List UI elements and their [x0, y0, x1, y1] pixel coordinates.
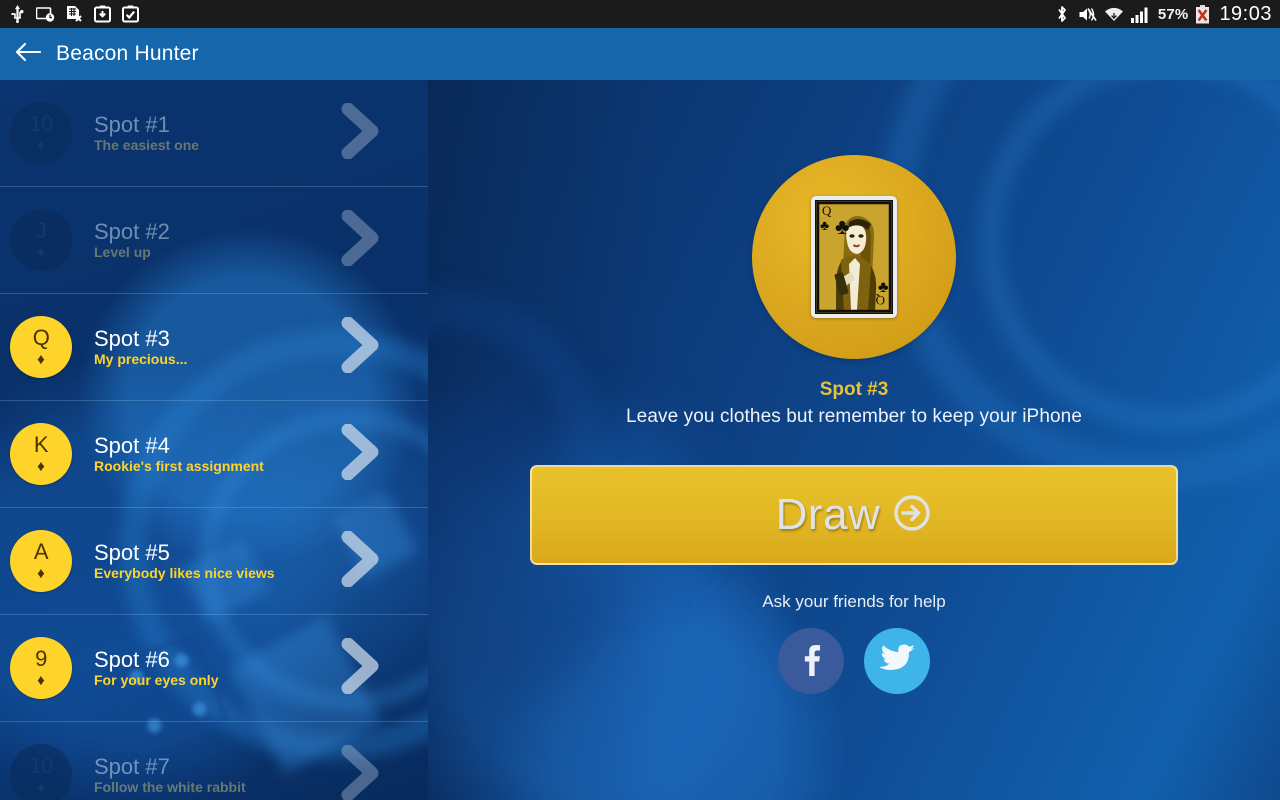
spot-rank-badge: 10 ♦	[10, 102, 72, 164]
battery-error-icon	[1195, 4, 1210, 24]
spot-rank-label: A	[33, 539, 49, 564]
status-bar-clock: 19:03	[1219, 2, 1272, 25]
spot-rank-label: K	[33, 432, 49, 457]
diamond-suit-icon: ♦	[37, 244, 45, 261]
ask-friends-label: Ask your friends for help	[762, 592, 946, 611]
status-bar: 57% 19:03	[0, 0, 1280, 28]
queen-of-clubs-illustration: Q ♣ Q ♣ ♣	[815, 200, 893, 314]
diamond-suit-icon: ♦	[37, 565, 45, 582]
chevron-right-icon	[340, 102, 382, 164]
back-button[interactable]	[0, 28, 56, 80]
mute-icon	[1075, 6, 1097, 23]
back-arrow-icon	[15, 42, 42, 67]
spot-list-item[interactable]: 9 ♦ Spot #6 For your eyes only	[0, 615, 428, 722]
twitter-share-button[interactable]	[864, 628, 930, 694]
spot-list-item-text: Spot #2 Level up	[94, 220, 170, 260]
diamond-suit-icon: ♦	[37, 779, 45, 796]
spot-list-item-title: Spot #4	[94, 432, 170, 458]
spot-list-item-title: Spot #1	[94, 111, 170, 137]
app-root: 57% 19:03 Beacon Hunter 10 ♦ Spot #1 The…	[0, 0, 1280, 800]
spot-list-item-subtitle: Everybody likes nice views	[94, 565, 275, 582]
spot-list-pane: 10 ♦ Spot #1 The easiest one J ♦ Spot #2 Level …	[0, 80, 428, 800]
app-bar: Beacon Hunter	[0, 28, 1280, 80]
facebook-icon	[794, 642, 828, 681]
diamond-suit-icon: ♦	[37, 137, 45, 154]
card-medallion: Q ♣ Q ♣ ♣	[752, 155, 956, 359]
spot-rank-badge: Q ♦	[10, 316, 72, 378]
draw-button[interactable]: Draw	[530, 465, 1178, 565]
spot-rank-label: 10	[29, 753, 53, 778]
spot-list-item-text: Spot #4 Rookie's first assignment	[94, 434, 264, 474]
spot-list-item-subtitle: The easiest one	[94, 137, 200, 154]
spot-list-item[interactable]: 10 ♦ Spot #1 The easiest one	[0, 80, 428, 187]
spot-rank-label: Q	[32, 325, 50, 350]
spot-list-item-title: Spot #7	[94, 753, 170, 779]
app-install-icon	[94, 5, 111, 23]
spot-list-item-text: Spot #7 Follow the white rabbit	[94, 755, 246, 795]
bluetooth-icon	[1056, 5, 1068, 23]
spot-rank-label: 10	[29, 111, 53, 136]
queen-of-clubs-card: Q ♣ Q ♣ ♣	[811, 196, 897, 318]
spot-list-item[interactable]: 10 ♦ Spot #7 Follow the white rabbit	[0, 722, 428, 800]
spot-rank-badge: 9 ♦	[10, 637, 72, 699]
spot-list-item-subtitle: My precious...	[94, 351, 188, 368]
chevron-right-icon	[340, 316, 382, 378]
facebook-share-button[interactable]	[778, 628, 844, 694]
spot-list-item[interactable]: J ♦ Spot #2 Level up	[0, 187, 428, 294]
status-bar-left-icons	[10, 5, 139, 23]
spot-list-item-subtitle: For your eyes only	[94, 672, 219, 689]
main-content: 10 ♦ Spot #1 The easiest one J ♦ Spot #2 Level …	[0, 80, 1280, 800]
spot-list-item-title: Spot #3	[94, 325, 170, 351]
spot-list-item[interactable]: Q ♦ Spot #3 My precious...	[0, 294, 428, 401]
draw-button-label: Draw	[775, 490, 881, 539]
spot-list[interactable]: 10 ♦ Spot #1 The easiest one J ♦ Spot #2 Level …	[0, 80, 428, 800]
usb-icon	[10, 5, 25, 23]
spot-list-item[interactable]: K ♦ Spot #4 Rookie's first assignment	[0, 401, 428, 508]
spot-detail-pane: Q ♣ Q ♣ ♣ Spot #3 Leave you clothes but …	[428, 80, 1280, 800]
spot-list-item-subtitle: Level up	[94, 244, 151, 261]
detail-spot-description: Leave you clothes but remember to keep y…	[626, 406, 1082, 427]
spot-list-item-title: Spot #2	[94, 218, 170, 244]
spot-list-item[interactable]: A ♦ Spot #5 Everybody likes nice views	[0, 508, 428, 615]
svg-text:♣: ♣	[820, 217, 829, 233]
app-installed-icon	[122, 5, 139, 23]
arrow-right-circle-icon	[892, 493, 932, 538]
spot-list-item-title: Spot #5	[94, 539, 170, 565]
diamond-suit-icon: ♦	[37, 672, 45, 689]
screen-timeout-icon	[35, 6, 55, 22]
chevron-right-icon	[340, 744, 382, 800]
twitter-icon	[879, 644, 915, 679]
chevron-right-icon	[340, 530, 382, 592]
spot-rank-badge: K ♦	[10, 423, 72, 485]
svg-text:♣: ♣	[878, 279, 889, 296]
spot-list-item-subtitle: Rookie's first assignment	[94, 458, 264, 475]
spot-list-item-title: Spot #6	[94, 646, 170, 672]
social-share-row	[778, 628, 930, 694]
spot-list-item-text: Spot #6 For your eyes only	[94, 648, 218, 688]
spot-list-item-text: Spot #1 The easiest one	[94, 113, 199, 153]
spot-list-item-text: Spot #5 Everybody likes nice views	[94, 541, 275, 581]
spot-rank-label: J	[35, 218, 47, 243]
spot-rank-badge: A ♦	[10, 530, 72, 592]
spot-rank-badge: 10 ♦	[10, 744, 72, 800]
detail-spot-title: Spot #3	[819, 379, 889, 400]
card-rank-top: Q	[822, 203, 832, 218]
diamond-suit-icon: ♦	[37, 351, 45, 368]
chevron-right-icon	[340, 637, 382, 699]
page-title: Beacon Hunter	[56, 42, 199, 65]
wifi-icon	[1104, 6, 1124, 23]
battery-percent-label: 57%	[1157, 5, 1189, 23]
spot-rank-label: 9	[35, 646, 47, 671]
spot-list-item-text: Spot #3 My precious...	[94, 327, 187, 367]
svg-text:♣: ♣	[835, 214, 849, 239]
spot-list-item-subtitle: Follow the white rabbit	[94, 779, 246, 796]
no-sim-icon	[66, 5, 83, 23]
diamond-suit-icon: ♦	[37, 458, 45, 475]
spot-rank-badge: J ♦	[10, 209, 72, 271]
chevron-right-icon	[340, 423, 382, 485]
status-bar-right-icons: 57% 19:03	[1056, 3, 1272, 26]
signal-icon	[1130, 6, 1151, 23]
chevron-right-icon	[340, 209, 382, 271]
